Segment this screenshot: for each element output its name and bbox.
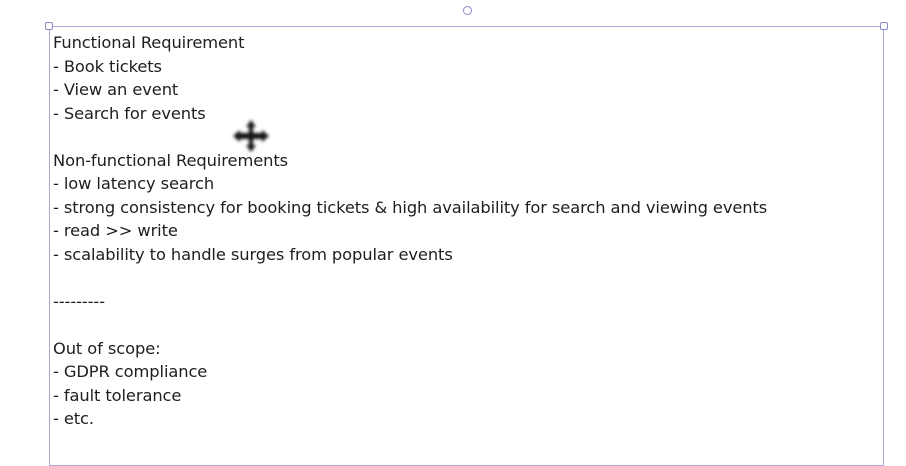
text-line: - fault tolerance <box>53 385 182 405</box>
rotate-handle[interactable] <box>463 6 472 15</box>
text-line: - GDPR compliance <box>53 362 208 381</box>
text-line: - scalability to handle surges from popu… <box>53 244 453 264</box>
resize-handle-top-left[interactable] <box>45 22 53 30</box>
text-line: - low latency search <box>53 174 215 193</box>
text-line: - Book tickets <box>53 56 162 76</box>
text-element[interactable]: Functional Requirement - Book tickets - Vi… <box>53 31 767 431</box>
text-line: --------- <box>53 291 105 311</box>
text-line: - View an event <box>53 80 179 99</box>
text-line: - Search for events <box>53 103 206 123</box>
text-line: - strong consistency for booking tickets… <box>53 197 768 217</box>
move-cursor-icon <box>233 120 269 152</box>
text-line: - read >> write <box>53 221 178 240</box>
text-line: Non-functional Requirements <box>53 150 289 170</box>
text-line: Functional Requirement <box>53 33 245 52</box>
text-line: - etc. <box>53 409 94 428</box>
resize-handle-top-right[interactable] <box>880 22 888 30</box>
text-line: Out of scope: <box>53 338 161 358</box>
